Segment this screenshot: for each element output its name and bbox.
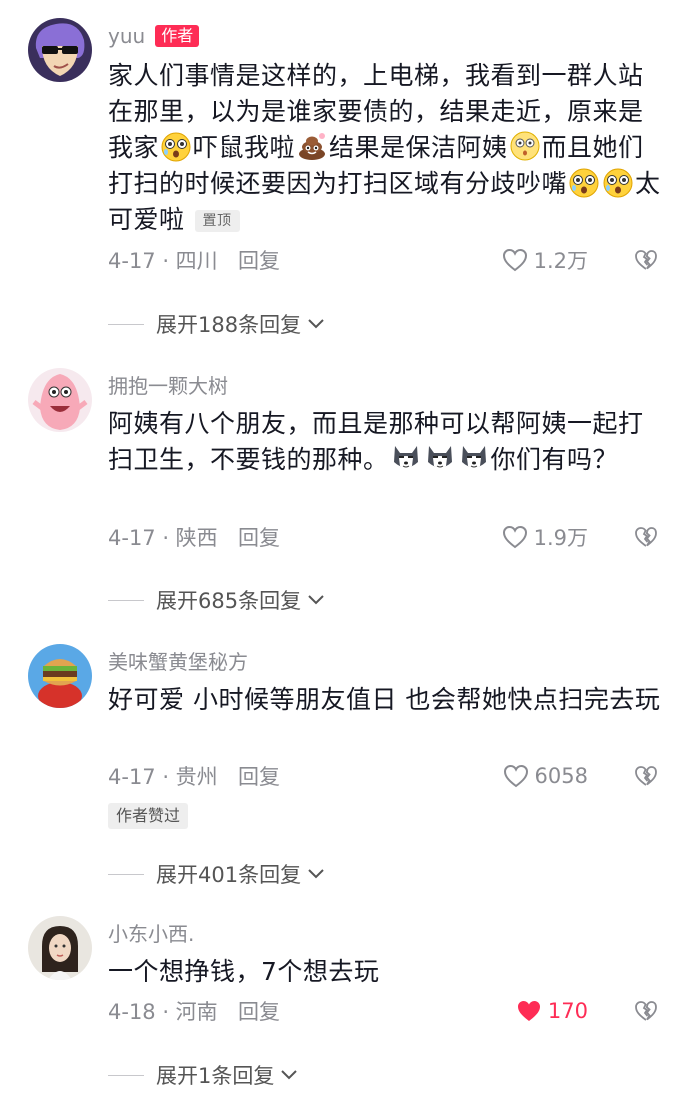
username-row: 拥抱一颗大树	[108, 370, 668, 398]
comment-text: 阿姨有八个朋友，而且是那种可以帮阿姨一起打扫卫生，不要钱的那种。 你们有吗？	[108, 409, 644, 474]
divider	[108, 873, 144, 875]
pinned-tag: 置顶	[194, 210, 240, 232]
divider	[108, 599, 144, 601]
username-row: 小东小西.	[108, 918, 668, 946]
dislike-button[interactable]	[634, 764, 658, 788]
avatar[interactable]	[28, 644, 92, 708]
chevron-down-icon	[307, 318, 325, 330]
like-count: 1.9万	[533, 526, 588, 550]
scared-emoji-icon	[602, 166, 634, 198]
username[interactable]: 小东小西.	[108, 918, 194, 947]
like-count: 1.2万	[533, 249, 588, 273]
comment-meta: 4-17 · 贵州 回复 6058	[108, 761, 668, 791]
comment-meta: 4-17 · 四川 回复 1.2万	[108, 245, 668, 275]
divider	[108, 1074, 144, 1076]
dislike-button[interactable]	[634, 999, 658, 1023]
reply-button[interactable]: 回复	[238, 761, 280, 791]
like-count: 170	[547, 999, 588, 1023]
username-row: yuu 作者	[108, 22, 668, 50]
expand-replies-button[interactable]: 展开188条回复	[108, 309, 325, 339]
heart-filled-icon	[516, 999, 542, 1023]
comment-date-location: 4-17 · 贵州	[108, 765, 218, 789]
heart-icon	[502, 248, 528, 272]
like-count: 6058	[534, 764, 588, 788]
reply-button[interactable]: 回复	[238, 996, 280, 1026]
scared-emoji-icon	[160, 130, 192, 162]
broken-heart-icon	[634, 525, 658, 549]
author-tag: 作者	[155, 25, 200, 47]
comment-text: 好可爱 小时候等朋友值日 也会帮她快点扫完去玩	[108, 685, 661, 714]
divider	[108, 323, 144, 325]
like-button[interactable]: 170	[516, 999, 588, 1023]
heart-icon	[503, 764, 529, 788]
comment-date-location: 4-17 · 陕西	[108, 526, 218, 550]
avatar[interactable]	[28, 916, 92, 980]
poop-emoji-icon	[296, 130, 328, 162]
comment-meta: 4-17 · 陕西 回复 1.9万	[108, 522, 668, 552]
expand-replies-button[interactable]: 展开685条回复	[108, 585, 325, 615]
comment-meta: 4-18 · 河南 回复 170	[108, 996, 668, 1026]
comment-date-location: 4-18 · 河南	[108, 1000, 218, 1024]
broken-heart-icon	[634, 999, 658, 1023]
like-button[interactable]: 1.2万	[502, 245, 588, 275]
dislike-button[interactable]	[634, 248, 658, 272]
avatar[interactable]	[28, 368, 92, 432]
dog-emoji-icon	[458, 442, 490, 474]
dog-emoji-icon	[390, 442, 422, 474]
broken-heart-icon	[634, 248, 658, 272]
broken-heart-icon	[634, 764, 658, 788]
dog-emoji-icon	[424, 442, 456, 474]
expand-replies-label: 展开1条回复	[156, 1064, 275, 1088]
heart-icon	[502, 525, 528, 549]
expand-replies-button[interactable]: 展开401条回复	[108, 859, 325, 889]
username[interactable]: 拥抱一颗大树	[108, 370, 228, 399]
username[interactable]: yuu	[108, 24, 145, 48]
comment-text: 家人们事情是这样的，上电梯，我看到一群人站在那里，以为是谁家要债的，结果走近，原…	[108, 61, 661, 234]
comment-text: 一个想挣钱，7个想去玩	[108, 957, 380, 986]
like-button[interactable]: 6058	[503, 764, 588, 788]
reply-button[interactable]: 回复	[238, 522, 280, 552]
like-button[interactable]: 1.9万	[502, 522, 588, 552]
surprised-emoji-icon	[509, 130, 541, 162]
reply-button[interactable]: 回复	[238, 245, 280, 275]
username-row: 美味蟹黄堡秘方	[108, 646, 668, 674]
author-liked-badge: 作者赞过	[108, 803, 189, 829]
expand-replies-button[interactable]: 展开1条回复	[108, 1060, 298, 1090]
username[interactable]: 美味蟹黄堡秘方	[108, 646, 248, 675]
comment-date-location: 4-17 · 四川	[108, 249, 218, 273]
chevron-down-icon	[307, 594, 325, 606]
avatar[interactable]	[28, 18, 92, 82]
scared-emoji-icon	[568, 166, 600, 198]
chevron-down-icon	[307, 868, 325, 880]
expand-replies-label: 展开188条回复	[156, 313, 302, 337]
chevron-down-icon	[280, 1069, 298, 1081]
expand-replies-label: 展开401条回复	[156, 863, 302, 887]
dislike-button[interactable]	[634, 525, 658, 549]
expand-replies-label: 展开685条回复	[156, 589, 302, 613]
